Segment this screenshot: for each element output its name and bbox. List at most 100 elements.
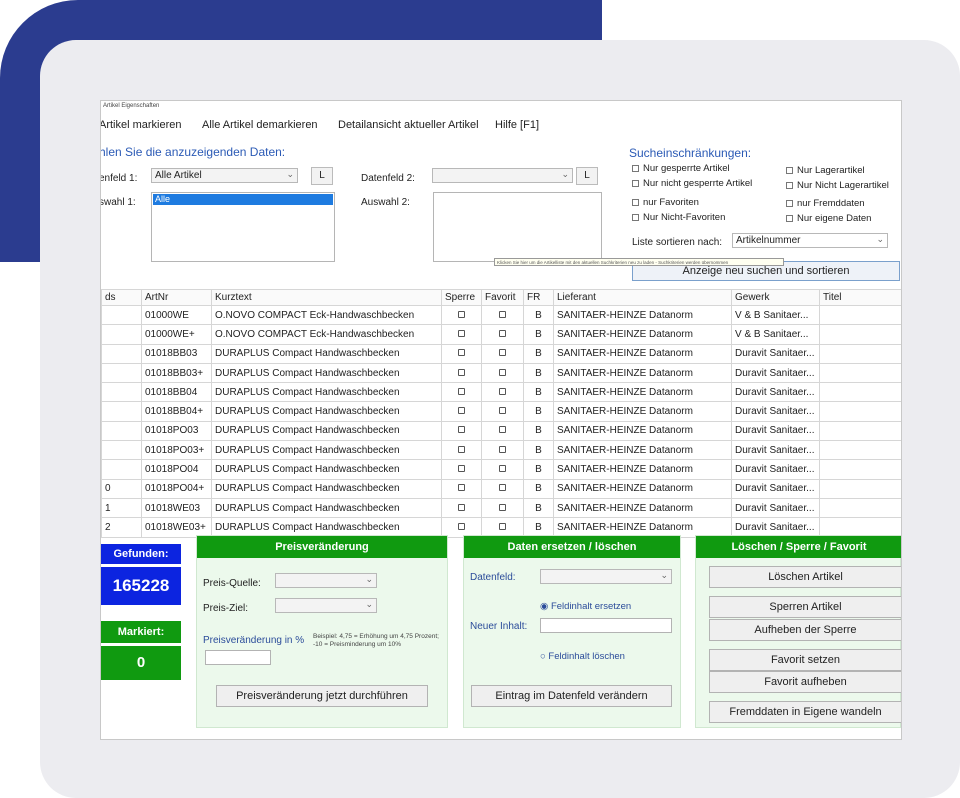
- cell-fr[interactable]: B: [523, 420, 554, 442]
- cell-favorit[interactable]: [481, 304, 524, 326]
- cell-kurztext[interactable]: DURAPLUS Compact Handwaschbecken: [211, 382, 442, 403]
- radio-delete-content[interactable]: ○ Feldinhalt löschen: [540, 651, 625, 662]
- cell-gewerk[interactable]: Duravit Sanitaer...: [731, 440, 820, 461]
- cell-artnr[interactable]: 01000WE+: [141, 324, 212, 345]
- cell-artnr[interactable]: 01018BB03: [141, 343, 212, 364]
- cell-artnr[interactable]: 01018BB04: [141, 382, 212, 403]
- cell-gewerk[interactable]: V & B Sanitaer...: [731, 304, 820, 326]
- cell-titel[interactable]: [819, 362, 901, 384]
- cell-fr[interactable]: B: [523, 478, 554, 499]
- cb-only-stock[interactable]: Nur Lagerartikel: [786, 165, 865, 176]
- cell-sperre[interactable]: [441, 401, 482, 422]
- cell-titel[interactable]: [819, 420, 901, 442]
- cell-sperre[interactable]: [441, 440, 482, 461]
- cell-favorit[interactable]: [481, 440, 524, 461]
- cell-lieferant[interactable]: SANITAER-HEINZE Datanorm: [553, 382, 732, 403]
- table-row[interactable]: 01018BB03+ DURAPLUS Compact Handwaschbeck…: [101, 362, 901, 384]
- cell-artnr[interactable]: 01018BB03+: [141, 362, 212, 384]
- cb-only-locked[interactable]: Nur gesperrte Artikel: [632, 163, 730, 174]
- cell-fr[interactable]: B: [523, 324, 554, 345]
- cell-kurztext[interactable]: DURAPLUS Compact Handwaschbecken: [211, 401, 442, 422]
- cell-fr[interactable]: B: [523, 343, 554, 364]
- cell-kurztext[interactable]: DURAPLUS Compact Handwaschbecken: [211, 440, 442, 461]
- menu-item-help[interactable]: Hilfe [F1]: [495, 119, 539, 131]
- cell-lieferant[interactable]: SANITAER-HEINZE Datanorm: [553, 478, 732, 499]
- cell-sperre[interactable]: [441, 324, 482, 345]
- cell-gewerk[interactable]: Duravit Sanitaer...: [731, 382, 820, 403]
- sperre-checkbox[interactable]: [458, 310, 465, 318]
- cell-titel[interactable]: [819, 440, 901, 461]
- price-apply-button[interactable]: Preisveränderung jetzt durchführen: [216, 685, 428, 707]
- menu-item-detail-view[interactable]: Detailansicht aktueller Artikel: [338, 119, 479, 131]
- cell-gewerk[interactable]: V & B Sanitaer...: [731, 324, 820, 345]
- sperre-checkbox[interactable]: [458, 465, 465, 473]
- favorit-checkbox[interactable]: [499, 522, 506, 530]
- table-row[interactable]: 01018PO03 DURAPLUS Compact Handwaschbecke…: [101, 420, 901, 442]
- cell-sperre[interactable]: [441, 420, 482, 442]
- col-header-ds[interactable]: ds: [101, 289, 142, 306]
- cell-gewerk[interactable]: Duravit Sanitaer...: [731, 478, 820, 499]
- favorit-checkbox[interactable]: [499, 426, 506, 434]
- table-row[interactable]: 1 01018WE03 DURAPLUS Compact Handwaschbeck…: [101, 497, 901, 519]
- cell-kurztext[interactable]: O.NOVO COMPACT Eck-Handwaschbecken: [211, 324, 442, 345]
- sperre-checkbox[interactable]: [458, 407, 465, 415]
- favorit-checkbox[interactable]: [499, 387, 506, 395]
- cell-titel[interactable]: [819, 497, 901, 519]
- cell-ds[interactable]: [101, 459, 142, 480]
- cell-lieferant[interactable]: SANITAER-HEINZE Datanorm: [553, 420, 732, 442]
- cb-only-non-stock[interactable]: Nur Nicht Lagerartikel: [786, 180, 889, 191]
- cell-artnr[interactable]: 01018BB04+: [141, 401, 212, 422]
- col-header-lieferant[interactable]: Lieferant: [553, 289, 732, 306]
- cell-artnr[interactable]: 01018PO04: [141, 459, 212, 480]
- sperre-checkbox[interactable]: [458, 426, 465, 434]
- price-source-select[interactable]: ⌄: [275, 573, 377, 588]
- replace-apply-button[interactable]: Eintrag im Datenfeld verändern: [471, 685, 672, 707]
- cell-favorit[interactable]: [481, 478, 524, 499]
- cell-titel[interactable]: [819, 324, 901, 345]
- favorit-checkbox[interactable]: [499, 349, 506, 357]
- cell-gewerk[interactable]: Duravit Sanitaer...: [731, 420, 820, 442]
- table-row[interactable]: 01018PO03+ DURAPLUS Compact Handwaschbeck…: [101, 440, 901, 461]
- cell-sperre[interactable]: [441, 304, 482, 326]
- col-header-sperre[interactable]: Sperre: [441, 289, 482, 306]
- col-header-titel[interactable]: Titel: [819, 289, 901, 306]
- cell-fr[interactable]: B: [523, 459, 554, 480]
- cell-lieferant[interactable]: SANITAER-HEINZE Datanorm: [553, 324, 732, 345]
- cell-kurztext[interactable]: DURAPLUS Compact Handwaschbecken: [211, 478, 442, 499]
- cell-ds[interactable]: 0: [101, 478, 142, 499]
- cell-titel[interactable]: [819, 343, 901, 364]
- cell-kurztext[interactable]: DURAPLUS Compact Handwaschbecken: [211, 420, 442, 442]
- cell-sperre[interactable]: [441, 382, 482, 403]
- cell-sperre[interactable]: [441, 478, 482, 499]
- cell-favorit[interactable]: [481, 362, 524, 384]
- price-percent-input[interactable]: [205, 650, 271, 665]
- field2-l-button[interactable]: L: [576, 167, 598, 185]
- col-header-kurztext[interactable]: Kurztext: [211, 289, 442, 306]
- sperre-checkbox[interactable]: [458, 445, 465, 453]
- cell-lieferant[interactable]: SANITAER-HEINZE Datanorm: [553, 497, 732, 519]
- cell-fr[interactable]: B: [523, 362, 554, 384]
- field1-l-button[interactable]: L: [311, 167, 333, 185]
- cell-fr[interactable]: B: [523, 401, 554, 422]
- cell-titel[interactable]: [819, 459, 901, 480]
- cell-ds[interactable]: [101, 362, 142, 384]
- sort-select[interactable]: Artikelnummer ⌄: [732, 233, 888, 248]
- favorit-checkbox[interactable]: [499, 407, 506, 415]
- cell-sperre[interactable]: [441, 459, 482, 480]
- cb-only-foreign-data[interactable]: nur Fremddaten: [786, 198, 865, 209]
- cell-artnr[interactable]: 01018PO03: [141, 420, 212, 442]
- col-header-fr[interactable]: FR: [523, 289, 554, 306]
- cb-only-own-data[interactable]: Nur eigene Daten: [786, 213, 871, 224]
- cell-gewerk[interactable]: Duravit Sanitaer...: [731, 497, 820, 519]
- cell-ds[interactable]: [101, 440, 142, 461]
- favorit-checkbox[interactable]: [499, 484, 506, 492]
- favorit-checkbox[interactable]: [499, 465, 506, 473]
- cell-favorit[interactable]: [481, 420, 524, 442]
- cell-titel[interactable]: [819, 478, 901, 499]
- cb-only-unlocked[interactable]: Nur nicht gesperrte Artikel: [632, 178, 752, 189]
- cell-ds[interactable]: [101, 401, 142, 422]
- cell-favorit[interactable]: [481, 324, 524, 345]
- menu-item-mark[interactable]: Artikel markieren: [101, 119, 182, 131]
- cb-only-non-favorites[interactable]: Nur Nicht-Favoriten: [632, 212, 725, 223]
- cell-ds[interactable]: 1: [101, 497, 142, 519]
